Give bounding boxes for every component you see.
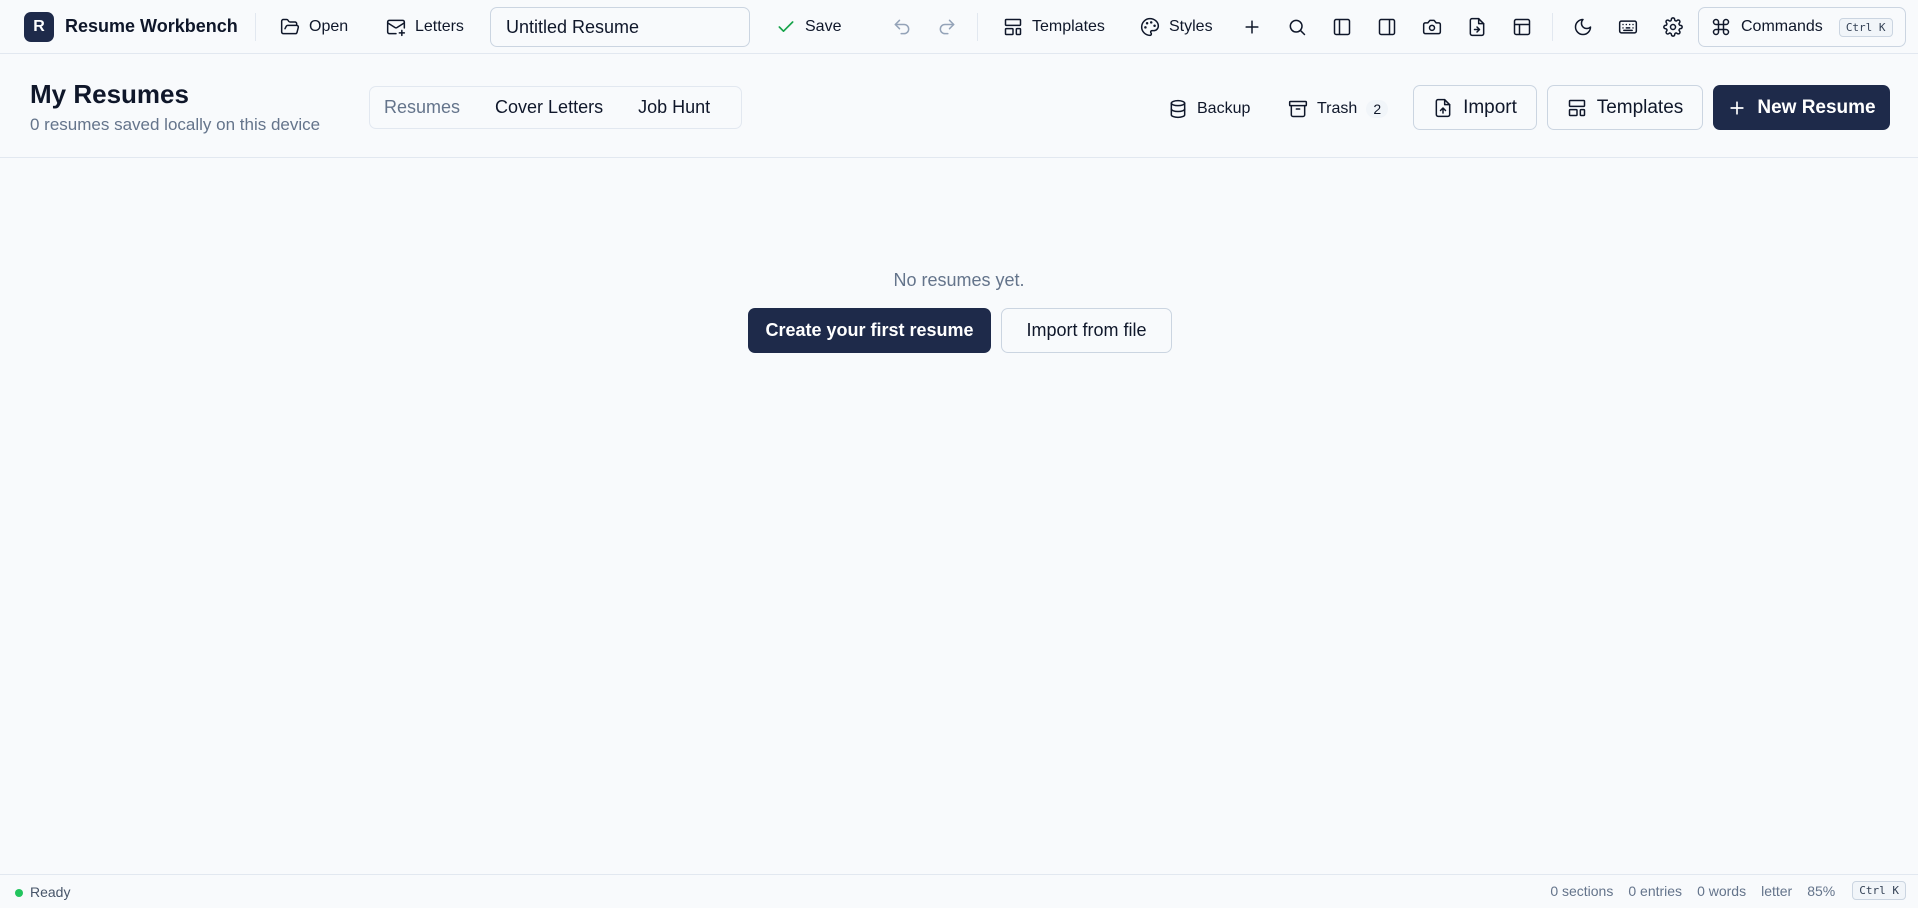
- trash-label: Trash: [1317, 100, 1358, 117]
- undo-icon: [894, 19, 910, 35]
- status-text: Ready: [30, 884, 71, 900]
- new-resume-label: New Resume: [1757, 96, 1876, 118]
- empty-state-message: No resumes yet.: [893, 270, 1025, 290]
- backup-button[interactable]: Backup: [1168, 99, 1250, 119]
- import-label: Import: [1463, 96, 1517, 118]
- keyboard-shortcuts-button[interactable]: [1613, 12, 1643, 42]
- gear-icon: [1663, 17, 1683, 37]
- section-count: 0 sections: [1550, 882, 1614, 899]
- backup-label: Backup: [1197, 100, 1251, 117]
- app-title: Resume Workbench: [65, 16, 238, 36]
- panel-left-icon: [1333, 18, 1351, 36]
- file-upload-icon: [1435, 98, 1451, 117]
- status-metrics: 0 sections 0 entries 0 words letter 85% …: [1550, 881, 1906, 900]
- check-icon: [778, 21, 794, 32]
- palette-icon: [1140, 17, 1160, 37]
- open-label: Open: [309, 18, 349, 35]
- save-label: Save: [805, 18, 842, 35]
- toolbar-divider: [977, 13, 978, 41]
- file-export-icon: [1469, 17, 1485, 37]
- layout-button[interactable]: [1507, 12, 1537, 42]
- templates-button[interactable]: Templates: [1003, 12, 1105, 42]
- redo-button[interactable]: [932, 12, 962, 42]
- snapshot-button[interactable]: [1417, 12, 1447, 42]
- toolbar-divider: [1552, 13, 1553, 41]
- archive-icon: [1288, 100, 1308, 118]
- toggle-left-panel-button[interactable]: [1327, 12, 1357, 42]
- layout-template-icon: [1568, 99, 1585, 116]
- layout-icon: [1513, 18, 1531, 36]
- commands-shortcut: Ctrl K: [1838, 17, 1893, 37]
- document-title-input[interactable]: [490, 7, 750, 47]
- plus-icon: [1245, 20, 1259, 34]
- templates-header-button[interactable]: Templates: [1547, 85, 1703, 130]
- save-button[interactable]: Save: [776, 12, 841, 42]
- undo-button[interactable]: [887, 12, 917, 42]
- search-button[interactable]: [1282, 12, 1312, 42]
- templates-label: Templates: [1032, 18, 1105, 35]
- commands-button[interactable]: Commands Ctrl K: [1698, 7, 1906, 47]
- tab-job-hunt[interactable]: Job Hunt: [638, 97, 710, 118]
- page-title: My Resumes: [30, 79, 189, 109]
- export-button[interactable]: [1462, 12, 1492, 42]
- toggle-right-panel-button[interactable]: [1372, 12, 1402, 42]
- trash-button[interactable]: Trash 2: [1288, 99, 1389, 119]
- entry-count: 0 entries: [1628, 882, 1683, 899]
- import-button[interactable]: Import: [1413, 85, 1537, 130]
- keyboard-icon: [1618, 20, 1638, 34]
- library-tabs: Resumes Cover Letters Job Hunt: [369, 86, 742, 129]
- letters-button[interactable]: Letters: [386, 12, 464, 42]
- trash-count-badge: 2: [1366, 100, 1389, 118]
- settings-button[interactable]: [1658, 12, 1688, 42]
- tab-resumes[interactable]: Resumes: [384, 97, 460, 118]
- app-logo[interactable]: R: [24, 12, 54, 42]
- folder-open-icon: [280, 18, 300, 35]
- templates-header-label: Templates: [1596, 96, 1684, 118]
- toolbar-divider: [255, 13, 256, 41]
- letters-label: Letters: [415, 18, 464, 35]
- import-from-file-button[interactable]: Import from file: [1001, 308, 1172, 353]
- moon-icon: [1574, 18, 1592, 36]
- panel-right-icon: [1378, 18, 1396, 36]
- app: R Resume Workbench Open Letters Save Tem…: [0, 0, 1918, 908]
- add-section-button[interactable]: [1237, 12, 1267, 42]
- commands-label: Commands: [1741, 18, 1823, 35]
- status-bar: Ready 0 sections 0 entries 0 words lette…: [0, 874, 1918, 908]
- top-toolbar: R Resume Workbench Open Letters Save Tem…: [0, 0, 1918, 54]
- status-shortcut: Ctrl K: [1852, 881, 1906, 900]
- command-icon: [1712, 18, 1730, 36]
- tab-cover-letters[interactable]: Cover Letters: [495, 97, 603, 118]
- styles-label: Styles: [1169, 18, 1213, 35]
- new-resume-button[interactable]: New Resume: [1713, 85, 1890, 130]
- search-icon: [1289, 19, 1306, 36]
- page-subtitle: 0 resumes saved locally on this device: [30, 115, 321, 134]
- camera-icon: [1422, 19, 1442, 35]
- mail-plus-icon: [386, 19, 406, 37]
- database-icon: [1170, 99, 1186, 119]
- theme-toggle-button[interactable]: [1568, 12, 1598, 42]
- word-count: 0 words: [1697, 882, 1747, 899]
- zoom-level[interactable]: 85%: [1807, 883, 1835, 899]
- page-header: My Resumes 0 resumes saved locally on th…: [0, 55, 1918, 158]
- layout-template-icon: [1004, 18, 1022, 36]
- create-first-resume-button[interactable]: Create your first resume: [748, 308, 991, 353]
- status-indicator: [15, 889, 23, 897]
- open-button[interactable]: Open: [280, 12, 348, 42]
- page-size[interactable]: letter: [1761, 883, 1792, 899]
- redo-icon: [939, 19, 955, 35]
- plus-icon: [1730, 100, 1745, 115]
- styles-button[interactable]: Styles: [1140, 12, 1213, 42]
